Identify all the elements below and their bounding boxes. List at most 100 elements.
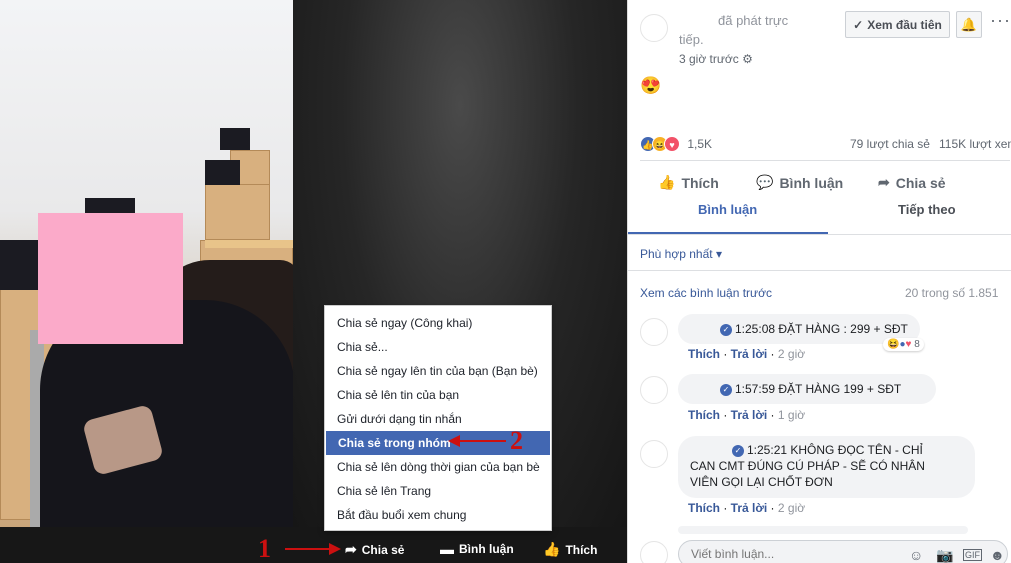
comment-like-link[interactable]: Thích bbox=[688, 347, 720, 361]
annotation-step-2: 2 bbox=[510, 426, 523, 455]
gear-icon: ⚙ bbox=[742, 52, 753, 66]
reactions-count: 1,5K bbox=[687, 137, 713, 151]
comment-actions: Thích · Trả lời · 1 giờ bbox=[688, 408, 806, 422]
shares-count[interactable]: 79 lượt chia sẻ bbox=[850, 137, 930, 151]
see-first-button[interactable]: ✓ Xem đầu tiên bbox=[845, 11, 950, 38]
views-count: 115K lượt xem bbox=[939, 137, 1011, 151]
share-arrow-icon: ➦ bbox=[345, 541, 357, 557]
sort-label: Phù hợp nhất bbox=[640, 247, 713, 261]
more-options-icon[interactable]: ··· bbox=[990, 10, 1011, 31]
emoji-icon[interactable]: ☺ bbox=[909, 547, 923, 563]
divider bbox=[628, 270, 1011, 271]
share-menu: Chia sẻ ngay (Công khai) Chia sẻ... Chia… bbox=[324, 305, 552, 531]
like-button[interactable]: 👍 Thích bbox=[543, 541, 597, 558]
annotation-arrow-2 bbox=[448, 435, 506, 447]
annotation-arrow-1 bbox=[285, 543, 341, 555]
post-comment-button[interactable]: 💬 Bình luận bbox=[756, 174, 843, 191]
menu-item-share-friend-timeline[interactable]: Chia sẻ lên dòng thời gian của bạn bè bbox=[325, 455, 551, 479]
haha-reaction-icon: 😆 bbox=[887, 339, 900, 350]
commenter-avatar[interactable] bbox=[640, 318, 668, 346]
commenter-avatar[interactable] bbox=[640, 376, 668, 404]
comment-time[interactable]: 2 giờ bbox=[778, 347, 805, 361]
comment-reply-link[interactable]: Trả lời bbox=[731, 347, 768, 361]
post-like-label: Thích bbox=[681, 174, 719, 191]
comment-text: 1:25:08 ĐẶT HÀNG : 299 + SĐT bbox=[735, 322, 908, 336]
menu-item-share-page[interactable]: Chia sẻ lên Trang bbox=[325, 479, 551, 503]
comment-actions: Thích · Trả lời · 2 giờ bbox=[688, 501, 806, 515]
verified-icon: ✓ bbox=[732, 444, 744, 457]
comment-input[interactable] bbox=[679, 541, 879, 563]
menu-item-share-now-public[interactable]: Chia sẻ ngay (Công khai) bbox=[325, 311, 551, 335]
comment-icon: 💬 bbox=[756, 174, 774, 190]
post-time[interactable]: 3 giờ trước ⚙ bbox=[679, 52, 753, 66]
thumbs-up-icon: 👍 bbox=[543, 541, 561, 557]
comment-button[interactable]: ▬ Bình luận bbox=[440, 541, 514, 557]
see-first-label: Xem đầu tiên bbox=[867, 17, 942, 32]
share-arrow-icon: ➦ bbox=[878, 174, 890, 190]
like-label: Thích bbox=[565, 542, 598, 557]
tab-up-next[interactable]: Tiếp theo bbox=[898, 202, 956, 217]
comment-like-link[interactable]: Thích bbox=[688, 501, 720, 515]
post-header-line2: tiếp. bbox=[679, 32, 704, 47]
notification-button[interactable]: 🔔 bbox=[956, 11, 982, 38]
share-button[interactable]: ➦ Chia sẻ bbox=[345, 541, 404, 558]
comment-reply-link[interactable]: Trả lời bbox=[731, 408, 768, 422]
tape bbox=[205, 240, 293, 248]
check-icon: ✓ bbox=[853, 17, 864, 32]
comment-reactions[interactable]: 😆●♥ 8 bbox=[883, 338, 924, 351]
sort-dropdown[interactable]: Phù hợp nhất ▾ bbox=[640, 247, 722, 261]
comment-reaction-count: 8 bbox=[914, 339, 920, 350]
comment-label: Bình luận bbox=[459, 542, 514, 556]
face-censor bbox=[38, 213, 183, 344]
love-reaction-icon: ♥ bbox=[905, 339, 912, 350]
comment-text-line1: 1:25:21 KHÔNG ĐỌC TÊN - CHỈ bbox=[747, 443, 923, 457]
post-time-text: 3 giờ trước bbox=[679, 52, 739, 66]
comment-time[interactable]: 2 giờ bbox=[778, 501, 805, 515]
product-box bbox=[0, 240, 40, 290]
reactions-summary[interactable]: 👍😆 ♥ 1,5K bbox=[640, 136, 712, 152]
comment-bubble: ✓ 1:25:21 KHÔNG ĐỌC TÊN - CHỈ CAN CMT ĐÚN… bbox=[678, 436, 975, 498]
thumbs-up-icon: 👍 bbox=[658, 174, 676, 190]
comment-input-box[interactable]: ☺ 📷 GIF ☻ bbox=[678, 540, 1008, 563]
comment-actions: Thích · Trả lời · 2 giờ bbox=[688, 347, 806, 361]
view-previous-comments[interactable]: Xem các bình luận trước bbox=[640, 286, 772, 300]
sticker-icon[interactable]: ☻ bbox=[990, 547, 1005, 563]
menu-item-share-story-friends[interactable]: Chia sẻ ngay lên tin của bạn (Bạn bè) bbox=[325, 359, 551, 383]
divider bbox=[640, 160, 1010, 161]
divider bbox=[628, 234, 1011, 235]
menu-item-share-story[interactable]: Chia sẻ lên tin của bạn bbox=[325, 383, 551, 407]
caret-down-icon: ▾ bbox=[715, 247, 722, 261]
comment-text-line3: VIÊN GỌI LẠI CHỐT ĐƠN bbox=[690, 475, 833, 489]
video-frame bbox=[0, 0, 293, 527]
product-box bbox=[205, 160, 240, 185]
comment-text: 1:57:59 ĐẶT HÀNG 199 + SĐT bbox=[735, 382, 902, 396]
user-avatar bbox=[640, 541, 668, 563]
camera-icon[interactable]: 📷 bbox=[936, 547, 953, 563]
menu-item-watch-party[interactable]: Bắt đầu buổi xem chung bbox=[325, 503, 551, 527]
verified-icon: ✓ bbox=[720, 383, 732, 396]
love-reaction-icon: ♥ bbox=[664, 136, 680, 152]
share-label: Chia sẻ bbox=[361, 542, 405, 557]
comments-count: 20 trong số 1.851 bbox=[905, 286, 999, 300]
post-share-button[interactable]: ➦ Chia sẻ bbox=[878, 174, 946, 191]
tab-comments[interactable]: Bình luận bbox=[698, 202, 757, 217]
post-comment-label: Bình luận bbox=[779, 174, 844, 191]
comment-reply-link[interactable]: Trả lời bbox=[731, 501, 768, 515]
comment-time[interactable]: 1 giờ bbox=[778, 408, 805, 422]
post-like-button[interactable]: 👍 Thích bbox=[658, 174, 719, 191]
carton-box bbox=[205, 180, 270, 240]
menu-item-share[interactable]: Chia sẻ... bbox=[325, 335, 551, 359]
verified-icon: ✓ bbox=[720, 323, 732, 336]
annotation-step-1: 1 bbox=[258, 534, 271, 563]
comment-icon: ▬ bbox=[440, 541, 454, 557]
post-header-line1: đã phát trực bbox=[718, 13, 789, 28]
product-box bbox=[220, 128, 250, 150]
gif-icon[interactable]: GIF bbox=[963, 549, 982, 561]
page-avatar[interactable] bbox=[640, 14, 668, 42]
comment-bubble-partial bbox=[678, 526, 968, 534]
comment-text-line2: CAN CMT ĐÚNG CÚ PHÁP - SẼ CÓ NHÂN bbox=[690, 459, 925, 473]
commenter-avatar[interactable] bbox=[640, 440, 668, 468]
video-player[interactable]: ➦ Chia sẻ ▬ Bình luận 👍 Thích 1 Chia sẻ … bbox=[0, 0, 627, 563]
bell-icon: 🔔 bbox=[960, 16, 978, 32]
comment-like-link[interactable]: Thích bbox=[688, 408, 720, 422]
